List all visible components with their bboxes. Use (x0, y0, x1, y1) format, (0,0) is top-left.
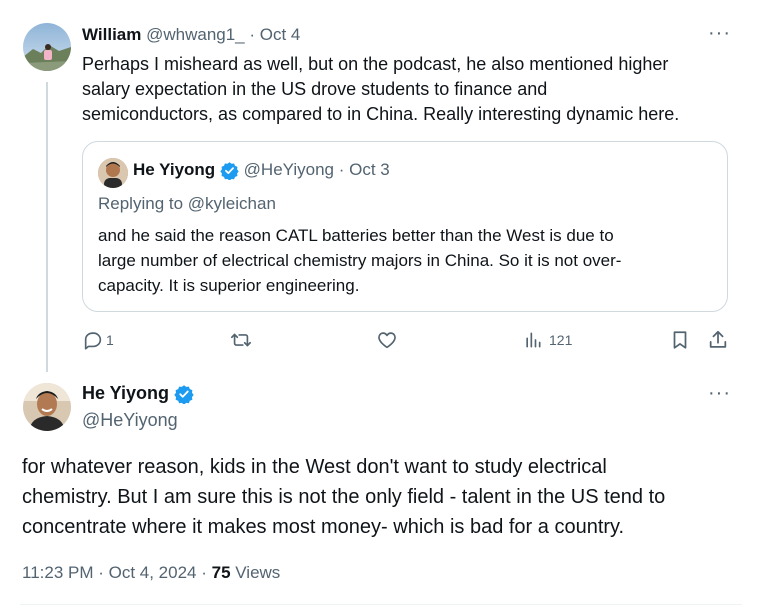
text-line: salary expectation in the US drove stude… (82, 79, 548, 99)
quoted-tweet-text: and he said the reason CATL batteries be… (98, 223, 621, 298)
reply-button[interactable]: 1 (82, 329, 114, 351)
main-tweet-author: He Yiyong (82, 383, 194, 405)
tweet-meta: 11:23 PM · Oct 4, 2024 · 75 Views (22, 563, 280, 583)
tweet-date: · Oct 3 (338, 160, 390, 179)
author-name[interactable]: William (82, 25, 141, 44)
author-handle: @HeYiyong (243, 160, 334, 179)
divider (20, 604, 742, 605)
bookmark-button[interactable] (669, 329, 691, 351)
author-handle[interactable]: @HeYiyong (82, 410, 178, 431)
reply-count: 1 (106, 332, 114, 348)
quoted-tweet-header: He Yiyong @HeYiyong · Oct 3 (133, 160, 390, 181)
text-line: concentrate where it makes most money- w… (22, 516, 625, 538)
views-icon (526, 332, 541, 348)
verified-badge-icon (174, 385, 194, 405)
author-handle[interactable]: @whwang1_ (146, 25, 245, 44)
text-line: for whatever reason, kids in the West do… (22, 456, 607, 478)
avatar (98, 158, 128, 188)
replying-to: Replying to @kyleichan (98, 194, 276, 213)
views-count: 121 (549, 332, 573, 348)
main-tweet-text: for whatever reason, kids in the West do… (22, 452, 665, 542)
retweet-button[interactable] (229, 329, 253, 351)
timestamp[interactable]: 11:23 PM · Oct 4, 2024 · (22, 563, 212, 582)
author-name: He Yiyong (133, 160, 216, 179)
share-button[interactable] (707, 329, 729, 351)
quoted-tweet-card[interactable]: He Yiyong @HeYiyong · Oct 3 Replying to … (82, 141, 728, 312)
retweet-icon (231, 333, 251, 347)
reply-icon (84, 332, 102, 350)
reply-tweet-text: Perhaps I misheard as well, but on the p… (82, 52, 679, 127)
verified-badge-icon (220, 162, 239, 181)
text-line: semiconductors, as compared to in China.… (82, 104, 680, 124)
text-line: chemistry. But I am sure this is not the… (22, 486, 666, 508)
avatar[interactable] (23, 383, 71, 431)
like-icon (378, 332, 396, 349)
views-count: 75 (211, 563, 231, 582)
avatar[interactable] (23, 23, 71, 71)
views-label: Views (235, 563, 281, 582)
more-dots-icon[interactable]: ··· (708, 22, 731, 45)
tweet-date[interactable]: · Oct 4 (249, 25, 300, 44)
text-line: and he said the reason CATL batteries be… (98, 226, 614, 245)
bookmark-icon (673, 331, 687, 349)
text-line: Perhaps I misheard as well, but on the p… (82, 54, 669, 74)
views-button[interactable]: 121 (523, 329, 572, 351)
reply-tweet-header: William @whwang1_ · Oct 4 (82, 25, 300, 45)
more-dots-icon[interactable]: ··· (708, 382, 731, 405)
like-button[interactable] (376, 329, 398, 351)
author-name[interactable]: He Yiyong (82, 383, 169, 403)
share-icon (709, 330, 727, 348)
text-line: capacity. It is superior engineering. (98, 276, 360, 295)
thread-connector-line (46, 82, 48, 372)
text-line: large number of electrical chemistry maj… (98, 251, 622, 270)
